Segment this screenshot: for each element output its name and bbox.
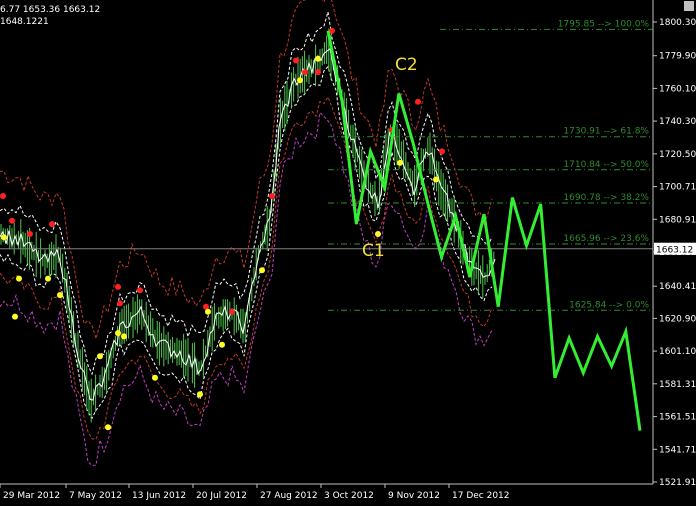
price-tick-label: 1640.41 — [659, 282, 696, 292]
price-tick-label: 1561.51 — [659, 413, 696, 423]
fractal-down-dot — [433, 176, 439, 183]
time-tick-label: 20 Jul 2012 — [196, 491, 247, 501]
fractal-up-dot — [115, 283, 121, 290]
price-tick-label: 1581.31 — [659, 380, 696, 390]
chart-corner-button[interactable] — [684, 1, 694, 11]
fractal-up-dot — [117, 300, 123, 307]
fractal-up-dot — [302, 69, 308, 76]
fractal-down-dot — [1, 234, 7, 241]
fractal-up-dot — [415, 98, 421, 105]
fib-level-label: 1690.78 --> 38.2% — [563, 193, 649, 203]
price-tick-label: 1680.91 — [659, 215, 696, 225]
fractal-down-dot — [152, 374, 158, 381]
time-tick-label: 9 Nov 2012 — [388, 491, 440, 501]
time-tick-label: 13 Jun 2012 — [132, 491, 186, 501]
price-tick-label: 1601.10 — [659, 347, 696, 357]
fractal-up-dot — [9, 217, 15, 224]
fib-level-label: 1730.91 --> 61.8% — [563, 127, 649, 137]
fractal-down-dot — [205, 308, 211, 315]
wave-label-c1: C1 — [362, 241, 385, 261]
time-tick-label: 7 May 2012 — [69, 491, 122, 501]
price-chart[interactable]: 1795.85 --> 100.0% 1730.91 --> 61.8% 1710.… — [0, 0, 696, 506]
fib-level-label: 1665.96 --> 23.6% — [563, 234, 649, 244]
fractal-down-dot — [297, 77, 303, 84]
fractal-down-dot — [97, 353, 103, 360]
fractal-down-dot — [115, 330, 121, 337]
time-tick-label: 17 Dec 2012 — [452, 491, 510, 501]
fractal-down-dot — [315, 55, 321, 62]
price-tick-label: 1800.30 — [659, 18, 696, 28]
fractal-up-dot — [27, 231, 33, 237]
fractal-down-dot — [397, 159, 403, 166]
lower-envelope — [0, 65, 493, 420]
price-tick-label: 1541.71 — [659, 445, 696, 455]
fractal-down-dot — [16, 275, 22, 282]
price-tick-label: 1779.90 — [659, 52, 696, 62]
current-price-label: 1663.12 — [656, 246, 693, 256]
price-tick-label: 1521.91 — [659, 478, 696, 488]
time-tick-label: 3 Oct 2012 — [324, 491, 374, 501]
fractal-up-dot — [293, 57, 299, 64]
fractal-up-dot — [439, 148, 445, 155]
ohlc-readout: 6.77 1653.36 1663.12 — [0, 5, 101, 15]
fractal-down-dot — [105, 424, 111, 431]
fib-level-label: 1625.84 --> 0.0% — [569, 300, 649, 310]
chart-area[interactable]: 1795.85 --> 100.0% 1730.91 --> 61.8% 1710.… — [0, 0, 696, 506]
indicator-readout: 1648.1221 — [0, 17, 49, 27]
projection-wave-line — [326, 30, 642, 431]
fractal-up-dot — [0, 193, 6, 199]
fib-level-label: 1795.85 --> 100.0% — [558, 19, 650, 29]
fractal-up-dot — [269, 193, 275, 199]
price-tick-label: 1720.50 — [659, 150, 696, 160]
fractal-down-dot — [219, 341, 225, 348]
price-tick-label: 1620.90 — [659, 314, 696, 324]
fractal-up-dot — [137, 287, 143, 294]
fractal-up-dot — [315, 69, 321, 76]
time-tick-label: 27 Aug 2012 — [260, 491, 318, 501]
time-tick-label: 29 Mar 2012 — [3, 491, 60, 501]
price-tick-label: 1760.10 — [659, 84, 696, 94]
fractal-down-dot — [259, 267, 265, 274]
fractal-up-dot — [229, 308, 235, 315]
wave-label-c2: C2 — [395, 55, 418, 75]
price-tick-label: 1740.30 — [659, 117, 696, 127]
fib-level-label: 1710.84 --> 50.0% — [563, 160, 649, 170]
fractal-up-dot — [49, 221, 55, 228]
fractal-down-dot — [197, 391, 203, 398]
fractal-down-dot — [45, 275, 51, 282]
fractal-down-dot — [57, 292, 63, 299]
fractal-down-dot — [375, 231, 381, 237]
price-tick-label: 1700.71 — [659, 183, 696, 193]
fractal-down-dot — [121, 333, 127, 340]
fractal-down-dot — [12, 313, 18, 320]
